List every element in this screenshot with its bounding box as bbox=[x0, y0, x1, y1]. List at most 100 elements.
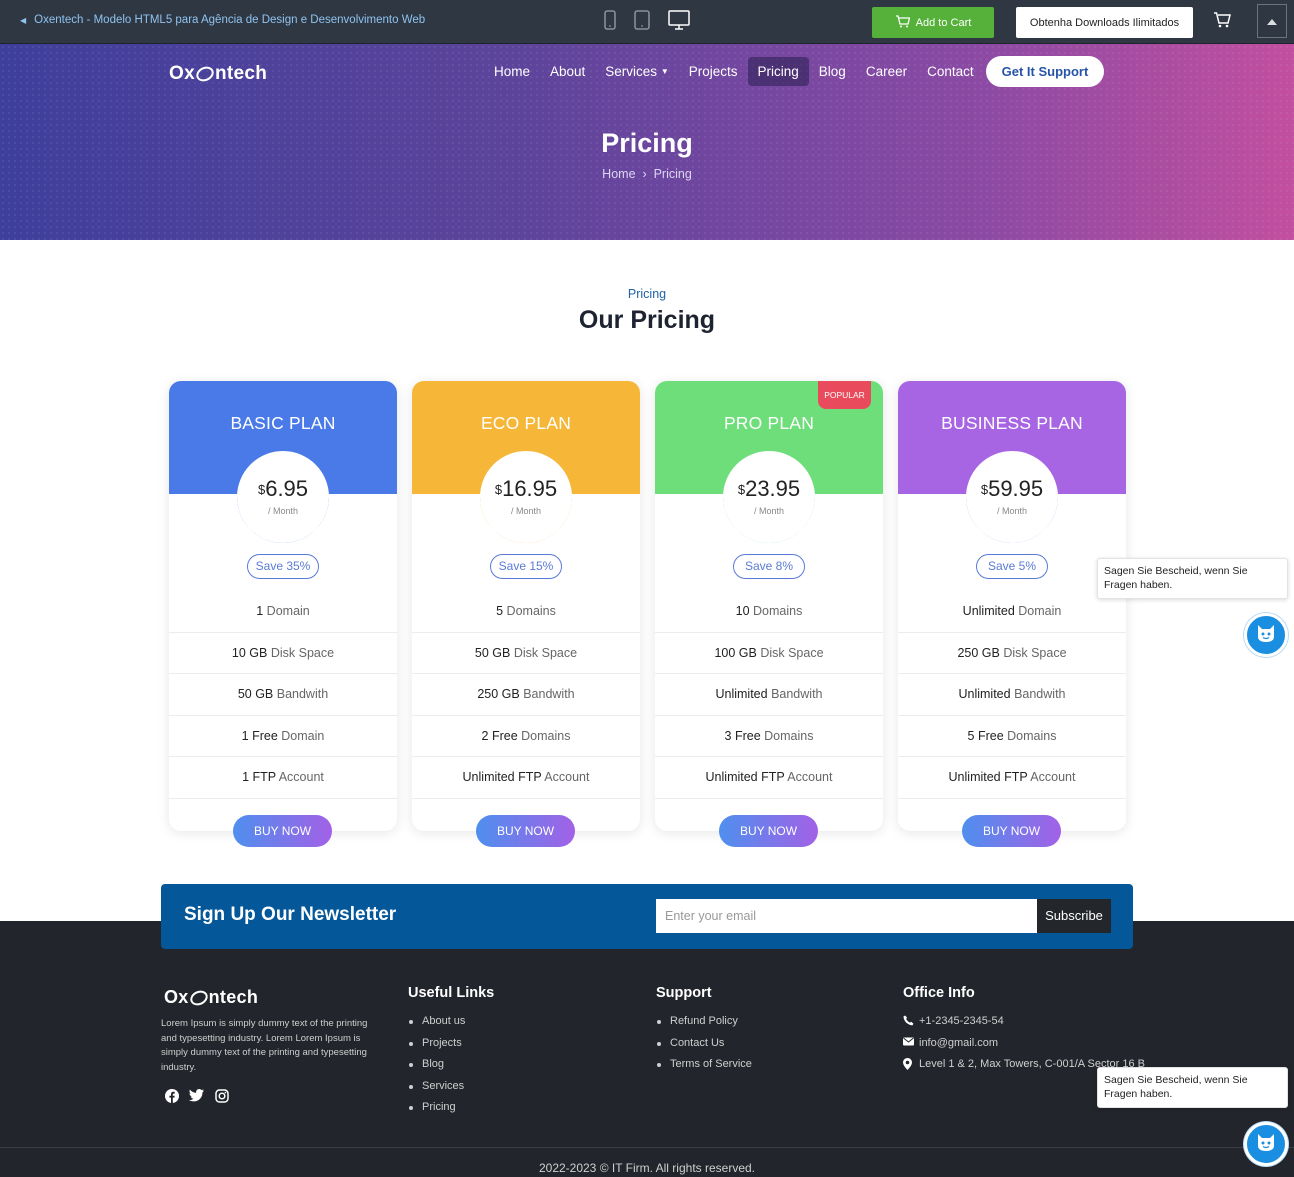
footer-link[interactable]: Blog bbox=[408, 1058, 494, 1070]
feature-label: Domains bbox=[760, 728, 814, 743]
feature-label: Bandwith bbox=[1010, 687, 1066, 701]
price-period: / Month bbox=[753, 506, 784, 516]
feature-item: Unlimited FTP Account bbox=[412, 757, 640, 799]
nav-services[interactable]: Services ▼ bbox=[595, 57, 678, 86]
back-link[interactable]: ◀ Oxentech - Modelo HTML5 para Agência d… bbox=[20, 14, 425, 26]
feature-list: Unlimited Domain 250 GB Disk Space Unlim… bbox=[898, 591, 1126, 799]
feature-value: Unlimited FTP bbox=[462, 770, 542, 784]
unlimited-downloads-button[interactable]: Obtenha Downloads Ilimitados bbox=[1016, 7, 1193, 38]
cart-icon bbox=[895, 14, 911, 31]
logo-text-end: ntech bbox=[214, 63, 268, 84]
subscribe-button[interactable]: Subscribe bbox=[1037, 899, 1111, 933]
footer-logo[interactable]: Ox ntech bbox=[164, 987, 258, 1008]
footer-link[interactable]: Projects bbox=[408, 1037, 494, 1049]
office-phone-text: +1-2345-2345-54 bbox=[919, 1015, 1004, 1027]
footer-about-text: Lorem Ipsum is simply dummy text of the … bbox=[161, 1018, 368, 1073]
site-logo[interactable]: Ox ntech bbox=[169, 63, 267, 85]
desktop-icon[interactable] bbox=[668, 10, 690, 35]
triangle-up-icon bbox=[1267, 12, 1277, 30]
cart-icon[interactable] bbox=[1213, 12, 1231, 33]
feature-value: 50 GB bbox=[474, 645, 511, 660]
main-nav: Home About Services ▼ Projects Pricing B… bbox=[484, 56, 1105, 87]
device-switcher bbox=[604, 10, 690, 35]
footer-link[interactable]: Contact Us bbox=[656, 1037, 752, 1049]
tablet-icon[interactable] bbox=[634, 10, 650, 35]
price-value: 59.95 bbox=[988, 476, 1044, 501]
feature-list: 10 Domains 100 GB Disk Space Unlimited B… bbox=[655, 591, 883, 799]
logo-text-start: Ox bbox=[164, 987, 189, 1007]
feature-list: 5 Domains 50 GB Disk Space 250 GB Bandwi… bbox=[412, 591, 640, 799]
newsletter-bar: Sign Up Our Newsletter Subscribe bbox=[161, 884, 1133, 949]
popular-badge: POPULAR bbox=[818, 381, 871, 409]
useful-links-title: Useful Links bbox=[408, 985, 495, 1001]
nav-career[interactable]: Career bbox=[856, 57, 917, 86]
buy-now-button[interactable]: BUY NOW bbox=[962, 815, 1061, 847]
buy-now-button[interactable]: BUY NOW bbox=[233, 815, 332, 847]
feature-label: Account bbox=[1027, 770, 1076, 784]
price-value: 23.95 bbox=[745, 476, 801, 501]
nav-about[interactable]: About bbox=[540, 57, 595, 86]
buy-now-button[interactable]: BUY NOW bbox=[719, 815, 818, 847]
office-email[interactable]: info@gmail.com bbox=[903, 1037, 1145, 1049]
chat-prompt-bubble[interactable]: Sagen Sie Bescheid, wenn Sie Fragen habe… bbox=[1097, 558, 1288, 599]
feature-value: 250 GB bbox=[477, 687, 520, 701]
feature-label: Domain bbox=[277, 728, 325, 743]
feature-label: Disk Space bbox=[756, 645, 824, 660]
nav-pricing[interactable]: Pricing bbox=[747, 57, 809, 86]
feature-value: Unlimited FTP bbox=[705, 770, 785, 784]
feature-label: Disk Space bbox=[510, 645, 578, 660]
breadcrumb-home[interactable]: Home bbox=[602, 167, 635, 181]
collapse-bar-button[interactable] bbox=[1257, 4, 1287, 38]
phone-icon bbox=[903, 1015, 914, 1029]
nav-services-label: Services bbox=[605, 64, 658, 79]
feature-item: 250 GB Disk Space bbox=[898, 633, 1126, 674]
phone-icon[interactable] bbox=[604, 10, 616, 35]
feature-label: Bandwith bbox=[519, 687, 575, 701]
nav-projects[interactable]: Projects bbox=[679, 57, 748, 86]
page-title: Pricing bbox=[601, 128, 693, 158]
chat-prompt-bubble[interactable]: Sagen Sie Bescheid, wenn Sie Fragen habe… bbox=[1097, 1067, 1288, 1108]
buy-now-button[interactable]: BUY NOW bbox=[476, 815, 575, 847]
logo-ring-icon bbox=[193, 63, 217, 85]
nav-contact[interactable]: Contact bbox=[917, 57, 984, 86]
caret-down-icon: ▼ bbox=[660, 67, 669, 76]
feature-value: 100 GB bbox=[714, 645, 757, 660]
footer-link[interactable]: About us bbox=[408, 1015, 494, 1027]
instagram-icon[interactable] bbox=[214, 1088, 229, 1103]
facebook-icon[interactable] bbox=[164, 1088, 179, 1103]
chat-mascot-icon bbox=[1255, 1132, 1277, 1157]
price-circle: $16.95 / Month bbox=[480, 451, 572, 543]
footer-link[interactable]: Terms of Service bbox=[656, 1058, 752, 1070]
chat-launcher-button[interactable] bbox=[1244, 613, 1288, 657]
feature-value: Unlimited bbox=[962, 604, 1015, 618]
feature-item: 50 GB Disk Space bbox=[412, 633, 640, 674]
office-phone[interactable]: +1-2345-2345-54 bbox=[903, 1015, 1145, 1027]
chat-launcher-button[interactable] bbox=[1244, 1122, 1288, 1166]
feature-value: 250 GB bbox=[957, 645, 1000, 660]
office-info-title: Office Info bbox=[903, 985, 975, 1001]
feature-item: 5 Domains bbox=[412, 591, 640, 633]
feature-label: Domain bbox=[263, 604, 310, 618]
feature-item: Unlimited Bandwith bbox=[655, 674, 883, 716]
feature-item: 3 Free Domains bbox=[655, 716, 883, 757]
footer-link[interactable]: Services bbox=[408, 1080, 494, 1092]
get-support-button[interactable]: Get It Support bbox=[985, 56, 1105, 87]
feature-item: 50 GB Bandwith bbox=[169, 674, 397, 716]
nav-home[interactable]: Home bbox=[484, 57, 540, 86]
twitter-icon[interactable] bbox=[189, 1088, 204, 1103]
plan-price: $23.95 bbox=[738, 478, 800, 500]
feature-value: 10 bbox=[735, 604, 750, 618]
nav-blog[interactable]: Blog bbox=[809, 57, 856, 86]
feature-label: Bandwith bbox=[273, 687, 329, 701]
feature-item: 1 Domain bbox=[169, 591, 397, 633]
currency-symbol: $ bbox=[980, 482, 989, 497]
feature-value: 1 Free bbox=[241, 728, 278, 743]
add-to-cart-button[interactable]: Add to Cart bbox=[872, 7, 994, 38]
newsletter-email-input[interactable] bbox=[656, 899, 1038, 933]
feature-item: 2 Free Domains bbox=[412, 716, 640, 757]
plan-price: $6.95 bbox=[258, 478, 308, 500]
footer-link[interactable]: Refund Policy bbox=[656, 1015, 752, 1027]
back-link-label: Oxentech - Modelo HTML5 para Agência de … bbox=[34, 14, 426, 26]
save-badge: Save 8% bbox=[733, 554, 805, 579]
footer-link[interactable]: Pricing bbox=[408, 1101, 494, 1113]
